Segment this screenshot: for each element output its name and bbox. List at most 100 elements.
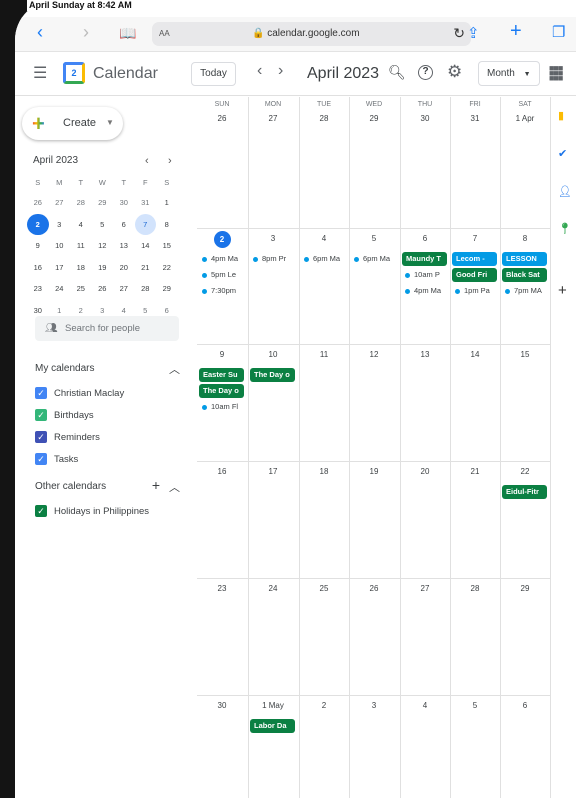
day-cell[interactable] bbox=[400, 578, 450, 695]
mini-next-icon[interactable]: › bbox=[168, 155, 172, 167]
day-cell[interactable] bbox=[400, 344, 450, 461]
timed-event[interactable]: 10am Fl bbox=[199, 402, 245, 411]
day-number[interactable]: 14 bbox=[450, 350, 500, 359]
day-number[interactable]: 8 bbox=[500, 234, 550, 243]
day-number[interactable]: 21 bbox=[450, 467, 500, 476]
bookmarks-icon[interactable]: 📖 bbox=[119, 25, 136, 42]
mini-day[interactable]: 5 bbox=[92, 214, 114, 236]
timed-event[interactable]: 4pm Ma bbox=[402, 286, 448, 295]
search-people-input[interactable]: 👥︎ Search for people bbox=[35, 316, 179, 341]
event-chip[interactable]: Eidul-Fitr bbox=[502, 485, 547, 499]
mini-day[interactable]: 26 bbox=[92, 278, 114, 300]
mini-day[interactable]: 9 bbox=[27, 235, 49, 257]
mini-day[interactable]: 6 bbox=[113, 214, 135, 236]
today-button[interactable]: Today bbox=[191, 62, 236, 86]
mini-day[interactable]: 23 bbox=[27, 278, 49, 300]
checkbox-checked-icon[interactable]: ✓ bbox=[35, 387, 47, 399]
mini-day[interactable]: 15 bbox=[156, 235, 178, 257]
day-cell[interactable] bbox=[450, 578, 500, 695]
timed-event[interactable]: 10am P bbox=[402, 270, 448, 279]
day-number[interactable]: 2 bbox=[299, 701, 349, 710]
mini-day[interactable]: 25 bbox=[70, 278, 92, 300]
day-cell[interactable] bbox=[349, 344, 399, 461]
view-selector[interactable]: Month ▼ bbox=[478, 61, 540, 86]
timed-event[interactable]: 5pm Le bbox=[199, 270, 245, 279]
day-number[interactable]: 26 bbox=[349, 584, 399, 593]
day-number[interactable]: 23 bbox=[197, 584, 247, 593]
other-calendars-header[interactable]: Other calendars + ︿ bbox=[35, 477, 180, 494]
reload-icon[interactable]: ↻ bbox=[453, 25, 465, 42]
checkbox-checked-icon[interactable]: ✓ bbox=[35, 505, 47, 517]
timed-event[interactable]: 6pm Ma bbox=[351, 254, 397, 263]
mini-day[interactable]: 2 bbox=[27, 213, 49, 235]
event-chip[interactable]: LESSON bbox=[502, 252, 547, 266]
day-number[interactable]: 1 May bbox=[248, 701, 298, 710]
day-cell[interactable] bbox=[349, 228, 399, 344]
mini-day[interactable]: 19 bbox=[92, 257, 114, 279]
tasks-icon[interactable]: ✔ bbox=[558, 147, 567, 160]
timed-event[interactable]: 8pm Pr bbox=[250, 254, 296, 263]
menu-icon[interactable]: ☰ bbox=[33, 63, 47, 83]
day-number[interactable]: 25 bbox=[299, 584, 349, 593]
day-number[interactable]: 6 bbox=[500, 701, 550, 710]
mini-day[interactable]: 10 bbox=[49, 235, 71, 257]
mini-day[interactable]: 21 bbox=[135, 257, 157, 279]
checkbox-checked-icon[interactable]: ✓ bbox=[35, 431, 47, 443]
day-cell[interactable] bbox=[299, 695, 349, 798]
day-number[interactable]: 29 bbox=[349, 114, 399, 123]
day-number[interactable]: 28 bbox=[299, 114, 349, 123]
day-cell[interactable] bbox=[500, 461, 550, 578]
day-number[interactable]: 7 bbox=[450, 234, 500, 243]
mini-day[interactable]: 29 bbox=[92, 192, 114, 214]
event-chip[interactable]: Good Fri bbox=[452, 268, 497, 282]
mini-day[interactable]: 13 bbox=[113, 235, 135, 257]
day-cell[interactable] bbox=[400, 695, 450, 798]
day-number[interactable]: 30 bbox=[197, 701, 247, 710]
day-number[interactable]: 16 bbox=[197, 467, 247, 476]
day-number[interactable]: 12 bbox=[349, 350, 399, 359]
day-number[interactable]: 27 bbox=[248, 114, 298, 123]
mini-day[interactable]: 1 bbox=[156, 192, 178, 214]
mini-day[interactable]: 20 bbox=[113, 257, 135, 279]
add-addon-icon[interactable]: + bbox=[558, 282, 567, 299]
apps-grid-icon[interactable]: ■■■ ■■■ ■■■ bbox=[549, 64, 563, 83]
previous-month-icon[interactable]: ‹ bbox=[257, 62, 262, 80]
day-number[interactable]: 26 bbox=[197, 114, 247, 123]
day-cell[interactable] bbox=[299, 228, 349, 344]
back-icon[interactable]: ‹ bbox=[37, 22, 43, 43]
maps-icon[interactable]: 📍︎ bbox=[558, 222, 572, 235]
my-calendars-header[interactable]: My calendars ︿ bbox=[35, 361, 180, 377]
day-number[interactable]: 3 bbox=[349, 701, 399, 710]
mini-day[interactable]: 28 bbox=[135, 278, 157, 300]
event-chip[interactable]: Easter Su bbox=[199, 368, 244, 382]
event-chip[interactable]: The Day o bbox=[199, 384, 244, 398]
event-chip[interactable]: Lecom - bbox=[452, 252, 497, 266]
keep-icon[interactable]: ▮ bbox=[558, 109, 564, 122]
day-number[interactable]: 6 bbox=[400, 234, 450, 243]
mini-day[interactable]: 14 bbox=[135, 235, 157, 257]
day-number[interactable]: 13 bbox=[400, 350, 450, 359]
day-number[interactable]: 22 bbox=[500, 467, 550, 476]
checkbox-checked-icon[interactable]: ✓ bbox=[35, 409, 47, 421]
timed-event[interactable]: 6pm Ma bbox=[301, 254, 347, 263]
next-month-icon[interactable]: › bbox=[278, 62, 283, 80]
mini-day[interactable]: 7 bbox=[134, 213, 156, 235]
add-calendar-icon[interactable]: + bbox=[152, 477, 160, 493]
day-number[interactable]: 24 bbox=[248, 584, 298, 593]
search-icon[interactable]: 🔍︎ bbox=[388, 64, 406, 81]
day-cell[interactable] bbox=[500, 695, 550, 798]
day-number[interactable]: 5 bbox=[349, 234, 399, 243]
day-number[interactable]: 9 bbox=[197, 350, 247, 359]
day-number[interactable]: 20 bbox=[400, 467, 450, 476]
text-size-button[interactable]: AA bbox=[159, 29, 170, 38]
chevron-up-icon[interactable]: ︿ bbox=[169, 361, 180, 377]
day-cell[interactable] bbox=[197, 461, 247, 578]
event-chip[interactable]: Maundy T bbox=[402, 252, 447, 266]
mini-day[interactable]: 24 bbox=[49, 278, 71, 300]
day-cell[interactable] bbox=[299, 344, 349, 461]
mini-day[interactable]: 11 bbox=[70, 235, 92, 257]
day-cell[interactable] bbox=[349, 695, 399, 798]
tabs-icon[interactable]: ❐ bbox=[552, 23, 565, 41]
mini-day[interactable]: 29 bbox=[156, 278, 178, 300]
day-number[interactable]: 1 Apr bbox=[500, 114, 550, 123]
